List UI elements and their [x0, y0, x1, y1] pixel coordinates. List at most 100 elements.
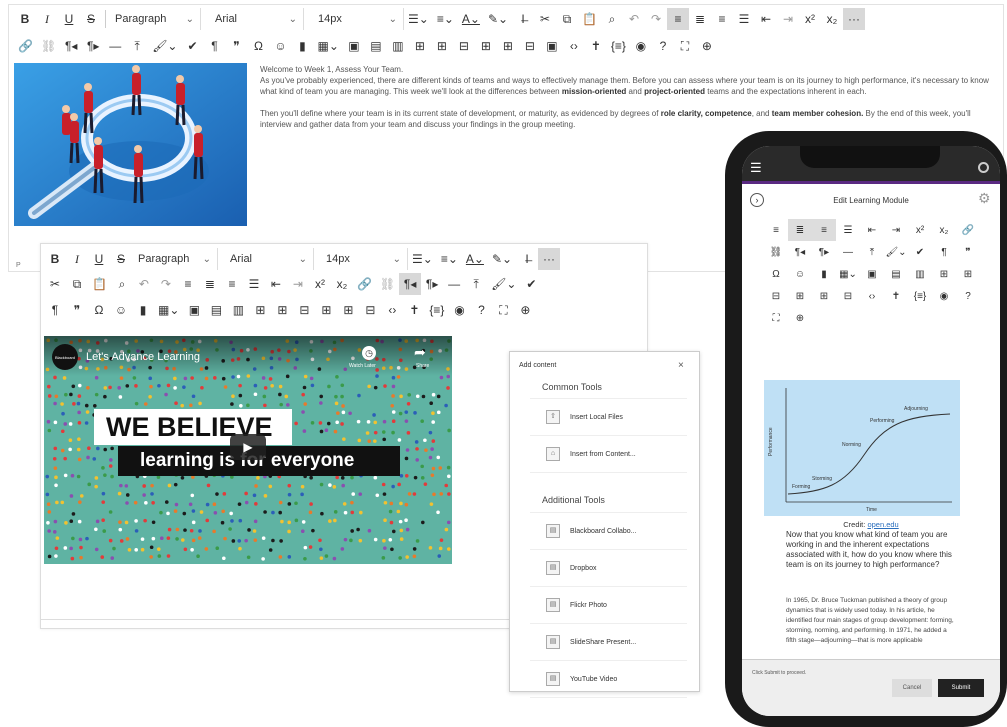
video-embed[interactable]: Blackboard Let's Advance Learning ◷ Watc…	[44, 336, 452, 564]
p-row-after-icon[interactable]: ⊞	[956, 263, 980, 285]
undo-icon[interactable]: ↶	[623, 8, 645, 30]
text-color-icon-2[interactable]: A⌄	[462, 248, 488, 270]
p-align-left-icon[interactable]: ≡	[764, 219, 788, 241]
italic-button[interactable]: I	[36, 8, 58, 30]
preview-icon-2[interactable]: ◉	[448, 299, 470, 321]
p-subscript-icon[interactable]: x₂	[932, 219, 956, 241]
table-delete-icon-2[interactable]: ▥	[227, 299, 249, 321]
video-title[interactable]: Let's Advance Learning	[86, 351, 200, 363]
p-rtl-icon[interactable]: ¶◂	[788, 241, 812, 263]
bookmark-icon[interactable]: ▮	[291, 35, 313, 57]
table-icon-2[interactable]: ▦⌄	[154, 299, 183, 321]
p-check-icon[interactable]: ✔	[908, 241, 932, 263]
unlink-icon-2[interactable]: ⛓	[376, 273, 399, 295]
emoji-icon-2[interactable]: ☺	[110, 299, 132, 321]
format-painter-icon[interactable]: 🖌⌄	[148, 35, 181, 57]
p-table-icon[interactable]: ▦⌄	[836, 263, 860, 285]
row-before-icon-2[interactable]: ⊞	[249, 299, 271, 321]
col-before-icon[interactable]: ⊞	[475, 35, 497, 57]
p-fullscreen-icon[interactable]: ⛶	[764, 307, 788, 329]
justify-icon-2[interactable]: ☰	[243, 273, 265, 295]
media-icon-2[interactable]: ▣	[183, 299, 205, 321]
omega-icon-2[interactable]: Ω	[88, 299, 110, 321]
align-left-icon[interactable]: ≡	[667, 8, 689, 30]
quote-icon-2[interactable]: ❞	[66, 299, 88, 321]
p-align-right-icon[interactable]: ≡	[812, 219, 836, 241]
align-right-icon-2[interactable]: ≡	[221, 273, 243, 295]
slideshare-item[interactable]: ▤ SlideShare Present...	[530, 624, 687, 661]
code-icon[interactable]: ‹›	[563, 35, 585, 57]
unlink-icon[interactable]: ⛓	[37, 35, 60, 57]
rtl-icon-2[interactable]: ¶◂	[399, 273, 422, 295]
help-icon-2[interactable]: ?	[470, 299, 492, 321]
superscript-icon-2[interactable]: x²	[309, 273, 331, 295]
p-link-icon[interactable]: 🔗	[956, 219, 980, 241]
fullscreen-icon[interactable]: ⛶	[674, 35, 696, 57]
more-button-2[interactable]: ···	[538, 248, 561, 270]
p-format-icon[interactable]: 🖌⌄	[884, 241, 908, 263]
help-icon[interactable]: ?	[652, 35, 674, 57]
search-icon[interactable]: ⌕	[601, 8, 623, 30]
italic-button-2[interactable]: I	[66, 248, 88, 270]
credit-link[interactable]: open.edu	[867, 520, 898, 529]
paste-icon[interactable]: 📋	[578, 8, 601, 30]
search-icon-2[interactable]: ⌕	[111, 273, 133, 295]
bookmark-icon-2[interactable]: ▮	[132, 299, 154, 321]
copy-icon[interactable]: ⧉	[556, 8, 578, 30]
undo-icon-2[interactable]: ↶	[133, 273, 155, 295]
format-select[interactable]: Paragraph	[109, 8, 201, 30]
align-right-icon[interactable]: ≡	[711, 8, 733, 30]
bullet-list-icon[interactable]: ☰⌄	[404, 8, 433, 30]
row-before-icon[interactable]: ⊞	[409, 35, 431, 57]
copy-icon-2[interactable]: ⧉	[66, 273, 88, 295]
add-icon-2[interactable]: ⊕	[514, 299, 536, 321]
p-col-delete-icon[interactable]: ⊟	[836, 285, 860, 307]
emoji-icon[interactable]: ☺	[269, 35, 291, 57]
link-icon[interactable]: 🔗	[14, 35, 37, 57]
add-icon[interactable]: ⊕	[696, 35, 718, 57]
cancel-button[interactable]: Cancel	[892, 679, 932, 697]
profile-icon[interactable]	[978, 162, 989, 173]
link-icon-2[interactable]: 🔗	[353, 273, 376, 295]
play-button[interactable]: ▶	[230, 434, 266, 460]
row-after-icon-2[interactable]: ⊞	[271, 299, 293, 321]
ltr-icon[interactable]: ¶▸	[82, 35, 104, 57]
omega-icon[interactable]: Ω	[247, 35, 269, 57]
p-bookmark-icon[interactable]: ▮	[812, 263, 836, 285]
indent-icon-2[interactable]: ⇥	[287, 273, 309, 295]
subscript-icon-2[interactable]: x₂	[331, 273, 353, 295]
format-select-2[interactable]: Paragraph	[132, 248, 218, 270]
p-hr-icon[interactable]: —	[836, 241, 860, 263]
clear-format-icon-2[interactable]: I̶	[516, 248, 538, 270]
highlight-icon-2[interactable]: ✎⌄	[488, 248, 516, 270]
underline-button[interactable]: U	[58, 8, 80, 30]
rtl-icon[interactable]: ¶◂	[60, 35, 82, 57]
p-indent-icon[interactable]: ⇥	[884, 219, 908, 241]
align-left-icon-2[interactable]: ≡	[177, 273, 199, 295]
ltr-icon-2[interactable]: ¶▸	[421, 273, 443, 295]
col-delete-icon-2[interactable]: ⊟	[359, 299, 381, 321]
subscript-icon[interactable]: x₂	[821, 8, 843, 30]
col-after-icon-2[interactable]: ⊞	[337, 299, 359, 321]
row-delete-icon[interactable]: ⊟	[453, 35, 475, 57]
hamburger-icon[interactable]: ☰	[750, 160, 762, 176]
p-upload-icon[interactable]: ⤒	[860, 241, 884, 263]
row-delete-icon-2[interactable]: ⊟	[293, 299, 315, 321]
flickr-photo-item[interactable]: ▤ Flickr Photo	[530, 587, 687, 624]
settings-gear-icon[interactable]: ⚙	[978, 190, 991, 207]
align-center-icon-2[interactable]: ≣	[199, 273, 221, 295]
p-braces-icon[interactable]: {≡}	[908, 285, 932, 307]
hr-icon[interactable]: —	[104, 35, 126, 57]
p-media-icon[interactable]: ▣	[860, 263, 884, 285]
pilcrow-icon[interactable]: ¶	[203, 35, 225, 57]
cut-icon-2[interactable]: ✂	[44, 273, 66, 295]
paste-icon-2[interactable]: 📋	[88, 273, 111, 295]
font-select[interactable]: Arial	[209, 8, 304, 30]
p-unlink-icon[interactable]: ⛓	[764, 241, 788, 263]
font-select-2[interactable]: Arial	[224, 248, 314, 270]
insert-local-files-item[interactable]: ⇧ Insert Local Files	[530, 399, 687, 436]
p-preview-icon[interactable]: ◉	[932, 285, 956, 307]
table-props-icon[interactable]: ▤	[365, 35, 387, 57]
dropbox-item[interactable]: ▤ Dropbox	[530, 550, 687, 587]
cut-icon[interactable]: ✂	[534, 8, 556, 30]
